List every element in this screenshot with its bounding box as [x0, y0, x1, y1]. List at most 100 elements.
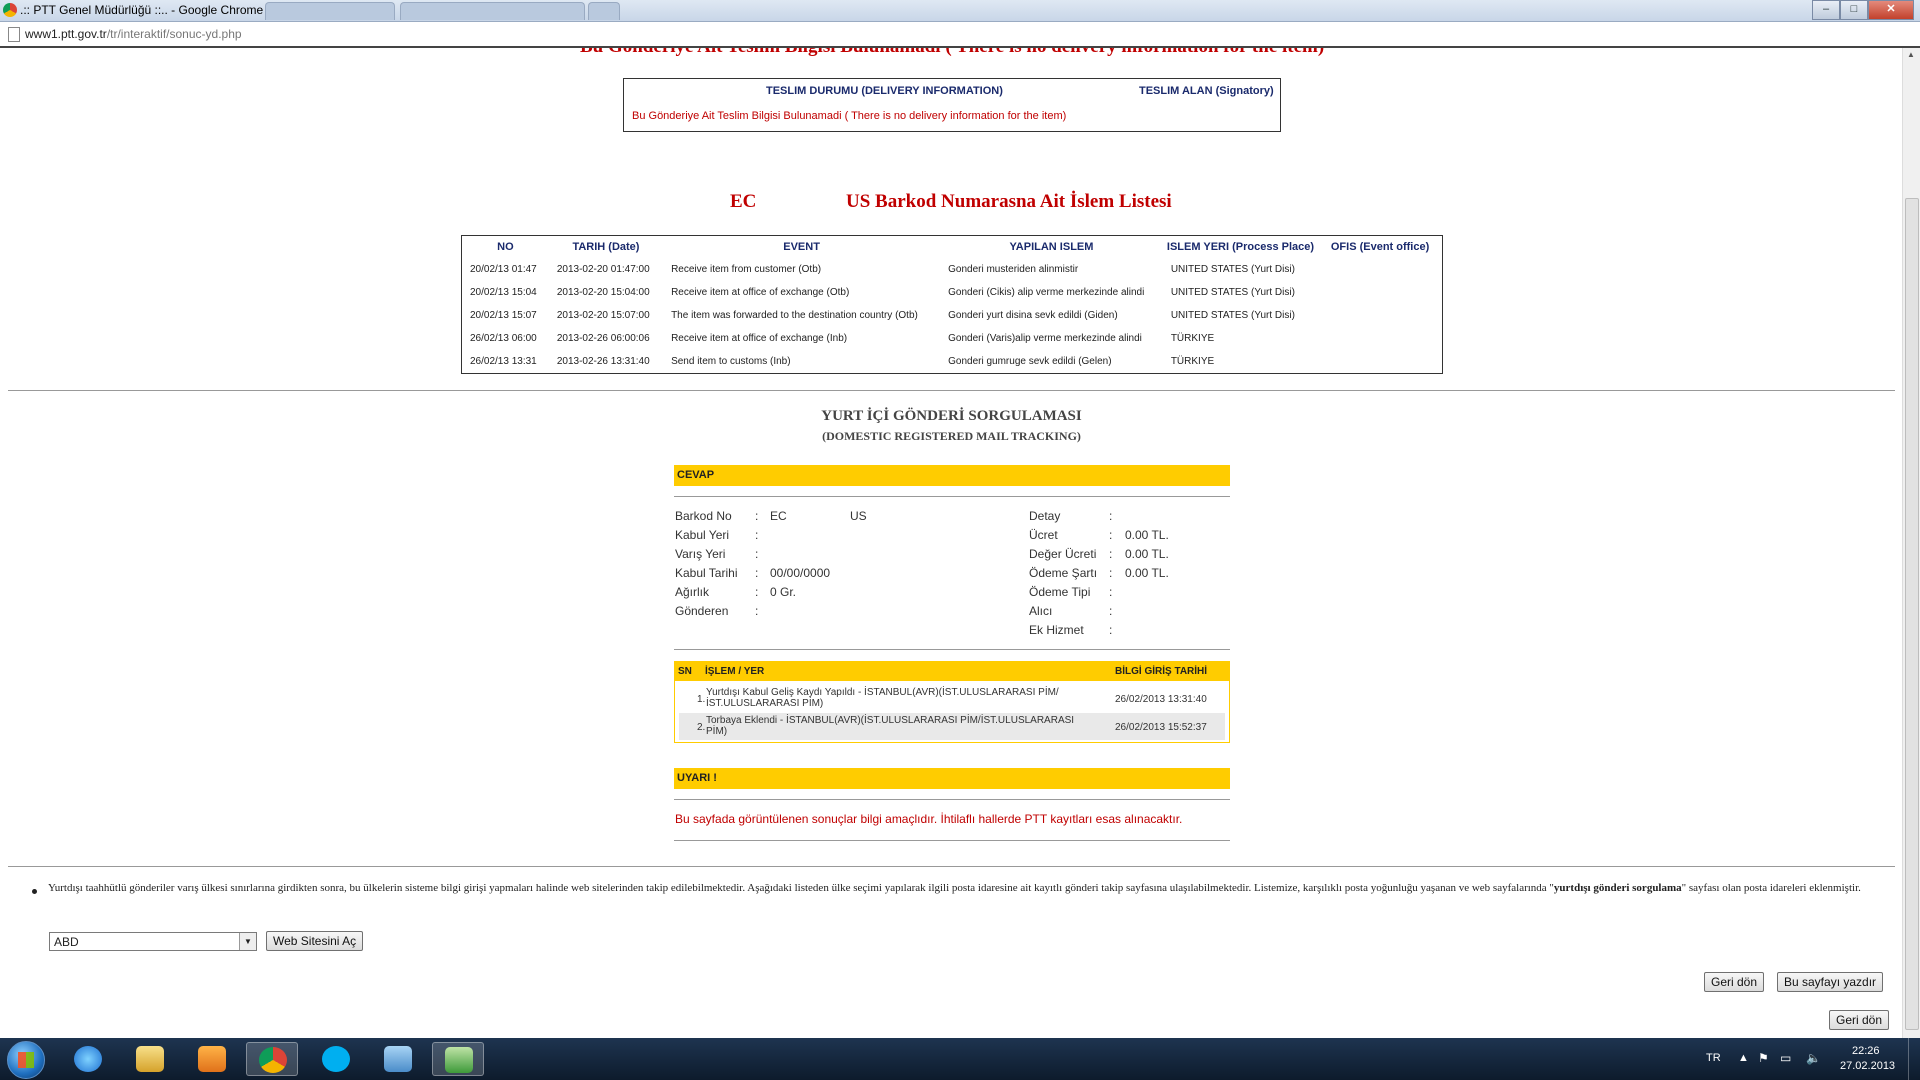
- field-sep: :: [755, 566, 759, 580]
- cell-place: UNITED STATES (Yurt Disi): [1170, 287, 1295, 298]
- field-sep: :: [755, 604, 759, 618]
- cell-date: 2013-02-26 06:00:06: [556, 333, 650, 344]
- cell-office: [1318, 281, 1442, 304]
- taskbar-app[interactable]: [372, 1042, 424, 1076]
- show-hidden-icons[interactable]: ▲: [1738, 1052, 1749, 1064]
- row-operation-line2: PİM): [706, 726, 728, 737]
- minimize-button[interactable]: –: [1812, 0, 1840, 20]
- field-sep: :: [1109, 509, 1113, 523]
- volume-icon[interactable]: 🔈: [1806, 1051, 1821, 1065]
- taskbar-media-player[interactable]: [186, 1042, 238, 1076]
- row-date: 26/02/2013 13:31:40: [1115, 694, 1207, 705]
- cell-place: UNITED STATES (Yurt Disi): [1170, 310, 1295, 321]
- col-event: EVENT: [783, 241, 820, 253]
- network-icon[interactable]: ▭: [1780, 1051, 1791, 1065]
- cell-date: 2013-02-20 01:47:00: [556, 264, 650, 275]
- vertical-scrollbar[interactable]: ▲: [1902, 48, 1920, 1038]
- row-sn: 2.: [697, 722, 706, 733]
- close-button[interactable]: ✕: [1868, 0, 1914, 20]
- section-divider: [8, 866, 1895, 867]
- list-item: 1. Yurtdışı Kabul Geliş Kaydı Yapıldı - …: [679, 685, 1225, 712]
- window-title: .:: PTT Genel Müdürlüğü ::.. - Google Ch…: [20, 3, 264, 17]
- cell-event: The item was forwarded to the destinatio…: [671, 310, 918, 321]
- skype-icon: [322, 1046, 350, 1072]
- col-date: TARIH (Date): [572, 241, 640, 253]
- divider-line: [674, 840, 1230, 841]
- print-page-button[interactable]: Bu sayfayı yazdır: [1777, 972, 1884, 992]
- cell-place: TÜRKIYE: [1170, 356, 1215, 367]
- field-value: 0 Gr.: [770, 585, 797, 599]
- start-button[interactable]: [7, 1041, 45, 1079]
- field-label: Ek Hizmet: [1029, 623, 1084, 637]
- url-text[interactable]: www1.ptt.gov.tr/tr/interaktif/sonuc-yd.p…: [25, 27, 242, 41]
- field-sep: :: [1109, 604, 1113, 618]
- internet-explorer-icon: [74, 1046, 102, 1072]
- divider-line: [674, 496, 1230, 497]
- taskbar-chrome[interactable]: [246, 1042, 298, 1076]
- event-list-heading: US Barkod Numarasna Ait İslem Listesi: [846, 191, 1172, 212]
- cell-date: 2013-02-20 15:07:00: [556, 310, 650, 321]
- windows-taskbar: TR ▲ ⚑ ▭ 🔈 22:26 27.02.2013: [0, 1038, 1920, 1080]
- field-sep: :: [1109, 585, 1113, 599]
- cell-office: [1318, 258, 1442, 281]
- field-sep: :: [1109, 566, 1113, 580]
- chevron-down-icon[interactable]: ▼: [239, 933, 256, 950]
- cell-process: Gonderi gumruge sevk edildi (Gelen): [948, 356, 1112, 367]
- cell-no: 20/02/13 15:07: [470, 310, 537, 321]
- browser-tab-2[interactable]: [265, 2, 395, 20]
- field-label: Varış Yeri: [675, 547, 726, 561]
- section-divider: [8, 390, 1895, 391]
- field-label: Alıcı: [1029, 604, 1053, 618]
- clock-date[interactable]: 27.02.2013: [1840, 1060, 1895, 1072]
- open-website-button[interactable]: Web Sitesini Aç: [266, 931, 364, 951]
- maximize-button[interactable]: □: [1840, 0, 1868, 20]
- cell-date: 2013-02-20 15:04:00: [556, 287, 650, 298]
- taskbar-ie[interactable]: [62, 1042, 114, 1076]
- barcode-value-2: US: [850, 509, 867, 523]
- page-content: Bu Gönderiye Ait Teslim Bilgisi Bulunama…: [0, 48, 1903, 1038]
- taskbar-skype[interactable]: [310, 1042, 362, 1076]
- scroll-up-icon[interactable]: ▲: [1907, 50, 1915, 59]
- field-label: Ücret: [1029, 528, 1058, 542]
- table-row: 20/02/13 01:47 2013-02-20 01:47:00 Recei…: [462, 258, 1442, 281]
- cell-event: Receive item at office of exchange (Otb): [671, 287, 850, 298]
- field-sep: :: [1109, 528, 1113, 542]
- field-sep: :: [755, 547, 759, 561]
- taskbar-explorer[interactable]: [124, 1042, 176, 1076]
- action-center-flag-icon[interactable]: ⚑: [1758, 1051, 1769, 1065]
- country-selected: ABD: [54, 935, 79, 949]
- back-button[interactable]: Geri dön: [1704, 972, 1765, 992]
- field-label: Detay: [1029, 509, 1061, 523]
- col-office: OFIS (Event office): [1330, 241, 1430, 253]
- new-tab-button[interactable]: [588, 2, 620, 20]
- address-bar[interactable]: www1.ptt.gov.tr/tr/interaktif/sonuc-yd.p…: [0, 22, 1920, 48]
- field-label: Barkod No: [675, 509, 732, 523]
- language-indicator[interactable]: TR: [1706, 1052, 1721, 1064]
- table-row: 26/02/13 06:00 2013-02-26 06:00:06 Recei…: [462, 327, 1442, 350]
- computer-icon: [384, 1046, 412, 1072]
- list-item: 2. Torbaya Eklendi - İSTANBUL(AVR)(İST.U…: [679, 713, 1225, 740]
- divider-line: [674, 649, 1230, 650]
- clock-time[interactable]: 22:26: [1852, 1045, 1880, 1057]
- col-no: NO: [497, 241, 514, 253]
- operations-box: SN İŞLEM / YER BİLGİ GİRİŞ TARİHİ 1. Yur…: [674, 661, 1230, 743]
- folder-icon: [136, 1046, 164, 1072]
- no-delivery-heading: Bu Gönderiye Ait Teslim Bilgisi Bulunama…: [580, 48, 1324, 58]
- field-label: Kabul Yeri: [675, 528, 730, 542]
- field-label: Ödeme Tipi: [1029, 585, 1091, 599]
- show-desktop-button[interactable]: [1908, 1038, 1920, 1080]
- cell-process: Gonderi (Varis)alip verme merkezinde ali…: [948, 333, 1142, 344]
- field-label: Kabul Tarihi: [675, 566, 738, 580]
- network-users-icon: [445, 1047, 473, 1073]
- cell-process: Gonderi (Cikis) alip verme merkezinde al…: [948, 287, 1145, 298]
- scrollbar-thumb[interactable]: [1905, 198, 1919, 1030]
- country-select[interactable]: ABD ▼: [49, 932, 257, 951]
- back-button-2[interactable]: Geri dön: [1829, 1010, 1890, 1030]
- browser-tab-3[interactable]: [400, 2, 585, 20]
- delivery-info-box: TESLIM DURUMU (DELIVERY INFORMATION) TES…: [623, 78, 1281, 132]
- taskbar-app-2[interactable]: [432, 1042, 484, 1076]
- domestic-title: YURT İÇİ GÖNDERİ SORGULAMASI: [821, 408, 1082, 424]
- cell-no: 20/02/13 15:04: [470, 287, 537, 298]
- cell-no: 26/02/13 06:00: [470, 333, 537, 344]
- cell-event: Receive item at office of exchange (Inb): [671, 333, 848, 344]
